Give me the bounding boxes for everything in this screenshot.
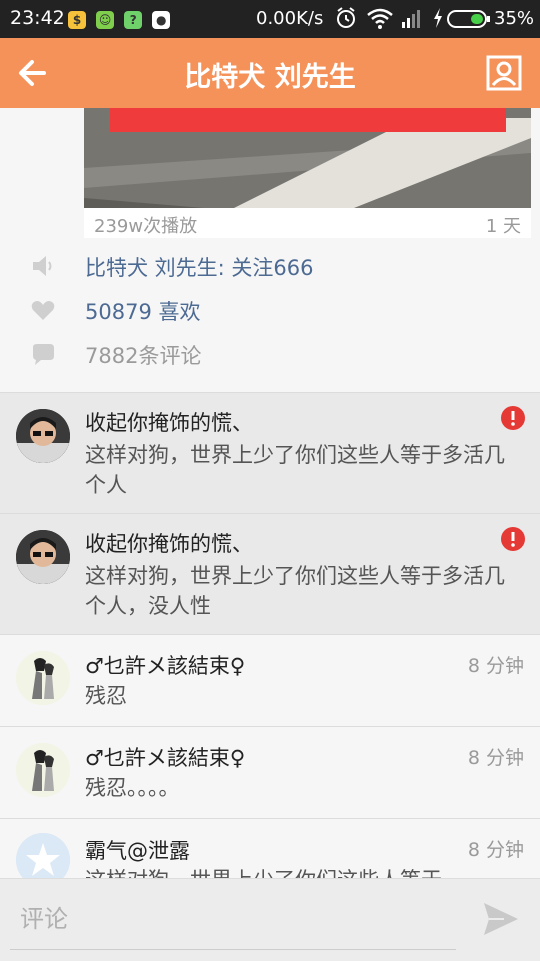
battery-icon [447,10,490,28]
comments-count: 7882条评论 [85,344,202,368]
post-age: 1 天 [485,216,521,237]
page-title: 比特犬 刘先生 [184,62,356,93]
comment-time: 8 分钟 [467,747,524,769]
app-header: 比特犬 刘先生 [0,38,540,108]
avatar-image [16,530,70,584]
signal-icon [402,10,420,28]
list-item[interactable]: 收起你掩饰的慌、 这样对狗，世界上少了你们这些人等于多活几个人 [0,393,540,514]
avatar[interactable] [16,409,70,463]
comment-time: 8 分钟 [467,839,524,861]
comment-text: 这样对狗，世界上少了你们这些人等于多活几个人，没人性 [85,564,505,618]
avatar[interactable] [16,833,70,878]
list-item[interactable]: 霸气@泄露 8 分钟 这样对狗，世界上少了你们这些人等于 [0,819,540,878]
notification-app-icon: ● [152,11,171,29]
comment-author[interactable]: ♂乜許メ該結束♀ [85,650,245,680]
video-meta: 239w次播放 1 天 [84,208,531,238]
network-speed: 0.00K/s [256,8,324,29]
report-warning-icon[interactable] [501,406,525,430]
comment-author[interactable]: 收起你掩饰的慌、 [85,528,253,558]
avatar[interactable] [16,743,70,797]
wifi-icon [367,8,393,29]
avatar[interactable] [16,651,70,705]
comment-author[interactable]: 收起你掩饰的慌、 [85,407,253,437]
comment-text: 残忍 [85,684,127,708]
comment-bubble-icon [33,344,54,365]
speaker-icon [33,256,52,276]
notification-app-icon: ? [124,11,143,29]
charging-icon [434,8,442,28]
likes-row[interactable]: 50879 喜欢 [0,291,540,331]
notification-icons: $ ☺ ? ● [68,9,175,29]
avatar-image [16,409,70,463]
alarm-icon [337,7,355,28]
author-follow-text[interactable]: 比特犬 刘先生: 关注666 [85,252,314,282]
send-icon[interactable] [482,901,520,937]
comment-time: 8 分钟 [467,655,524,677]
comment-text: 这样对狗，世界上少了你们这些人等于多活几个人 [85,443,505,497]
likes-count[interactable]: 50879 喜欢 [85,296,200,326]
author-row[interactable]: 比特犬 刘先生: 关注666 [0,247,540,287]
heart-icon [31,301,55,320]
comment-author[interactable]: ♂乜許メ該結束♀ [85,742,245,772]
status-time: 23:42 [10,7,65,29]
battery-percent: 35% [494,8,535,29]
notification-app-icon: ☺ [96,11,115,29]
report-warning-icon[interactable] [501,527,525,551]
comment-text: 这样对狗，世界上少了你们这些人等于 [85,865,505,878]
list-item[interactable]: 收起你掩饰的慌、 这样对狗，世界上少了你们这些人等于多活几个人，没人性 [0,514,540,635]
avatar-image [16,833,70,878]
comment-input[interactable] [18,895,462,943]
status-bar: 23:42 $ ☺ ? ● 0.00K/s 35% [0,0,540,38]
video-thumbnail[interactable] [84,108,531,208]
list-item[interactable]: ♂乜許メ該結束♀ 8 分钟 残忍。。。。 [0,727,540,819]
avatar[interactable] [16,530,70,584]
comment-input-bar [0,878,540,961]
video-banner [110,108,506,132]
avatar-image [16,651,70,705]
input-underline [10,949,456,950]
comments-count-row: 7882条评论 [0,335,540,375]
play-count: 239w次播放 [94,216,198,237]
avatar-image [16,743,70,797]
comment-author[interactable]: 霸气@泄露 [85,835,190,865]
comment-text: 残忍。。。。 [85,776,180,800]
list-item[interactable]: ♂乜許メ該結束♀ 8 分钟 残忍 [0,635,540,727]
profile-card-icon[interactable] [486,55,522,91]
notification-app-icon: $ [68,11,86,29]
